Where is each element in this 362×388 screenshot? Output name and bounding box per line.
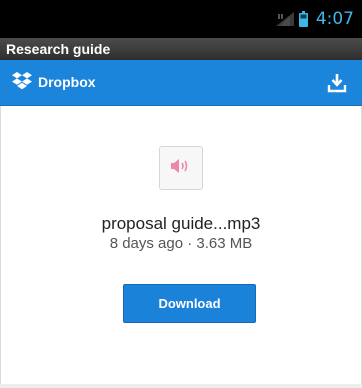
file-modified: 8 days ago xyxy=(109,235,184,252)
activity-title: Research guide xyxy=(0,38,362,60)
export-button[interactable] xyxy=(326,72,348,94)
dropbox-logo-icon xyxy=(11,72,33,92)
file-preview-panel: proposal guide...mp3 8 days ago · 3.63 M… xyxy=(0,106,362,384)
content-border-left xyxy=(0,106,1,384)
battery-icon xyxy=(298,11,308,27)
status-time: 4:07 xyxy=(315,9,354,29)
file-meta: 8 days ago · 3.63 MB xyxy=(0,235,362,252)
app-logo-button[interactable]: Dropbox xyxy=(11,72,96,92)
app-bar: Dropbox xyxy=(0,60,362,106)
app-window: 4:07 Research guide Dropbox proposal gui… xyxy=(0,0,362,388)
file-size: 3.63 MB xyxy=(196,235,253,252)
meta-separator: · xyxy=(187,235,193,252)
app-brand-name: Dropbox xyxy=(38,74,96,90)
audio-file-icon xyxy=(167,157,195,179)
export-icon xyxy=(326,72,348,94)
status-bar: 4:07 xyxy=(0,0,362,38)
download-button[interactable]: Download xyxy=(123,284,256,323)
file-thumbnail xyxy=(159,146,203,190)
signal-icon xyxy=(275,12,294,26)
file-name: proposal guide...mp3 xyxy=(101,214,261,233)
bottom-divider xyxy=(0,384,362,388)
